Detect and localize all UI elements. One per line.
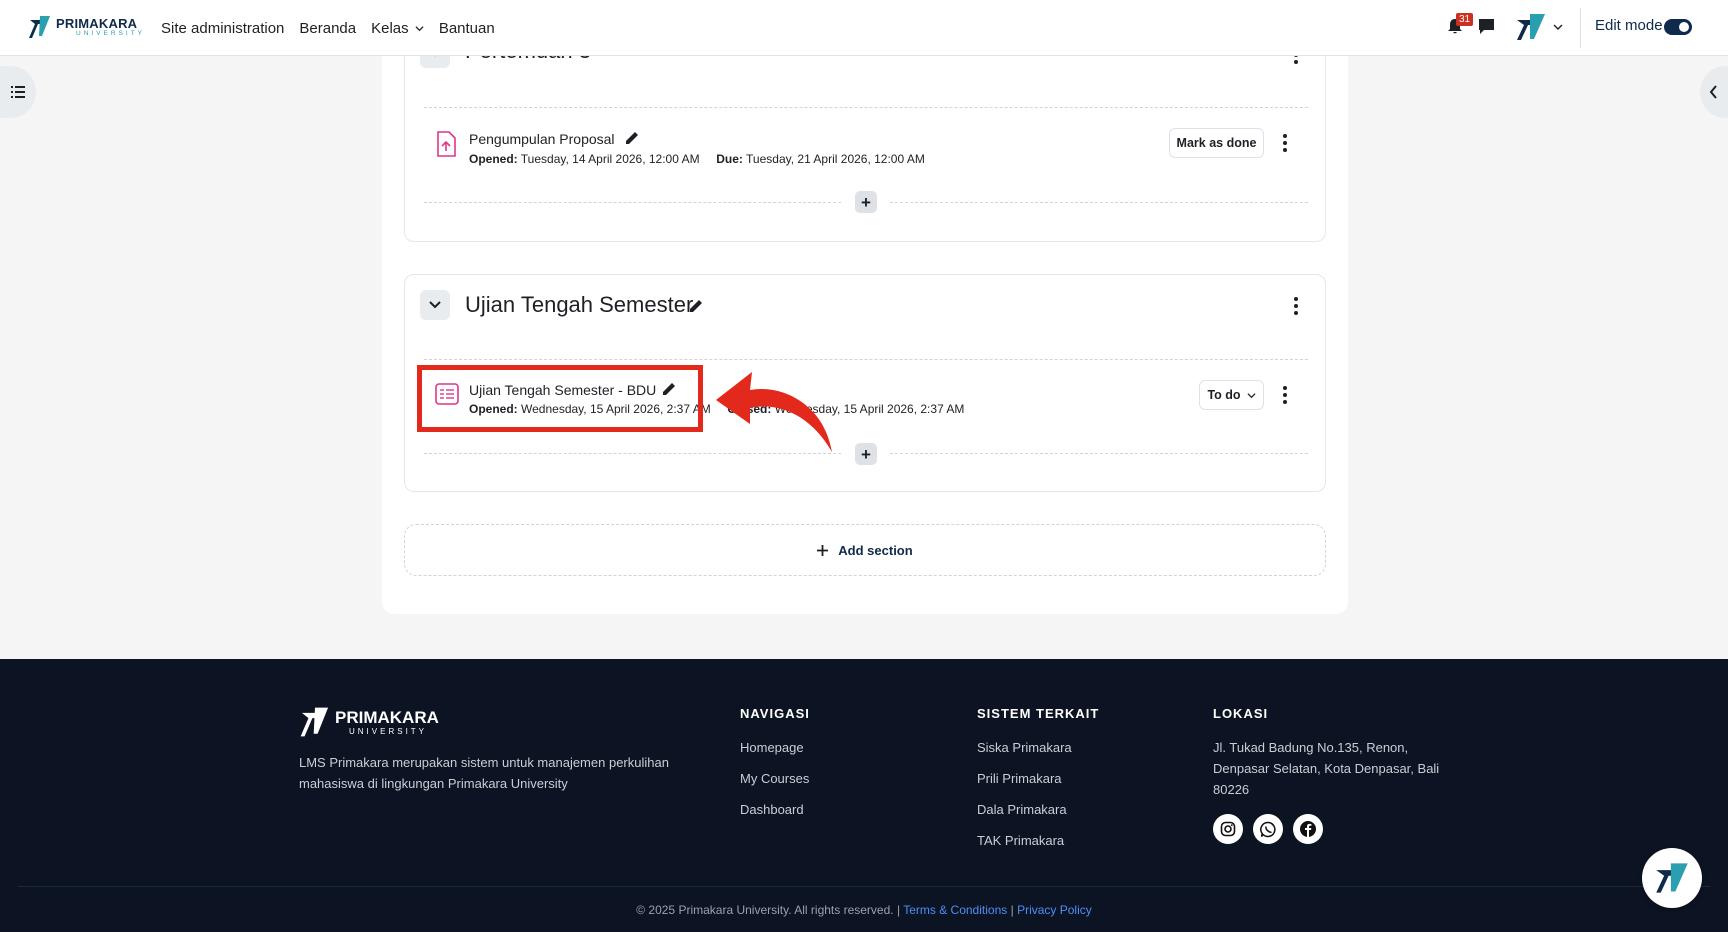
activity-menu-kebab-icon[interactable] [1282, 386, 1288, 404]
footer-link-dashboard[interactable]: Dashboard [740, 802, 804, 817]
whatsapp-icon[interactable] [1253, 814, 1283, 844]
footer-link-prili[interactable]: Prili Primakara [977, 771, 1062, 786]
nav-kelas[interactable]: Kelas [371, 20, 424, 37]
footer-heading-navigasi: NAVIGASI [740, 706, 810, 721]
section-title[interactable]: Ujian Tengah Semester [465, 292, 693, 318]
nav-bantuan[interactable]: Bantuan [439, 20, 495, 37]
nav-kelas-label: Kelas [371, 19, 409, 37]
footer-heading-sistem-terkait: SISTEM TERKAIT [977, 706, 1100, 721]
footer-link-siska[interactable]: Siska Primakara [977, 740, 1072, 755]
edit-mode-toggle[interactable] [1664, 19, 1692, 35]
page-footer [0, 659, 1728, 932]
add-activity-button[interactable]: + [855, 443, 877, 465]
instagram-glyph [1220, 821, 1236, 837]
notification-count-badge: 31 [1456, 13, 1474, 26]
mark-as-done-button[interactable]: Mark as done [1169, 128, 1264, 158]
chevron-left-icon [1709, 85, 1717, 99]
edit-mode-label: Edit mode [1595, 17, 1663, 34]
add-activity-divider-left [424, 202, 841, 203]
message-icon[interactable] [1478, 18, 1495, 35]
add-section-button[interactable]: Add section [404, 524, 1326, 576]
footer-link-homepage[interactable]: Homepage [740, 740, 804, 755]
brand-name: PRIMAKARA [56, 15, 138, 31]
user-avatar[interactable] [1515, 12, 1547, 42]
chevron-down-icon [1247, 392, 1256, 398]
footer-heading-lokasi: LOKASI [1213, 706, 1269, 721]
activity-title-link[interactable]: Pengumpulan Proposal [469, 131, 615, 147]
course-index-toggle[interactable] [0, 66, 36, 118]
instagram-icon[interactable] [1213, 814, 1243, 844]
footer-description: LMS Primakara merupakan sistem untuk man… [299, 755, 669, 791]
add-activity-divider-right [890, 453, 1308, 454]
footer-link-my-courses[interactable]: My Courses [740, 771, 809, 786]
footer-link-dala[interactable]: Dala Primakara [977, 802, 1067, 817]
todo-dropdown-button[interactable]: To do [1199, 380, 1264, 410]
nav-site-administration[interactable]: Site administration [161, 20, 284, 37]
add-activity-divider-right [890, 202, 1308, 203]
pencil-icon[interactable] [624, 130, 640, 146]
list-icon [11, 86, 25, 98]
section-divider [424, 359, 1308, 360]
annotation-highlight-box [417, 365, 703, 432]
footer-link-tak[interactable]: TAK Primakara [977, 833, 1064, 848]
brand-subtitle: UNIVERSITY [76, 29, 146, 37]
chevron-down-icon[interactable] [1553, 22, 1563, 32]
section-collapse-button[interactable] [420, 290, 450, 320]
facebook-icon[interactable] [1293, 814, 1323, 844]
opened-value: Tuesday, 14 April 2026, 12:00 AM [520, 152, 700, 166]
due-value: Tuesday, 21 April 2026, 12:00 AM [746, 152, 925, 166]
footer-brand-subtitle: UNIVERSITY [349, 726, 428, 736]
primary-nav: Site administration Beranda Kelas Bantua… [161, 0, 495, 56]
opened-label: Opened: [469, 152, 518, 166]
copyright-separator: | [1010, 903, 1014, 917]
navbar-divider [1580, 8, 1581, 48]
chevron-down-icon [429, 301, 441, 309]
due-label: Due: [716, 152, 743, 166]
pencil-icon[interactable] [688, 298, 704, 314]
activity-dates: Opened: Tuesday, 14 April 2026, 12:00 AM… [469, 152, 925, 166]
facebook-glyph [1300, 821, 1316, 837]
primakara-logo[interactable]: PRIMAKARA UNIVERSITY [28, 14, 145, 40]
footer-divider [18, 886, 1710, 887]
footer-copyright: © 2025 Primakara University. All rights … [0, 903, 1728, 917]
primakara-logo-icon [300, 707, 329, 737]
activity-menu-kebab-icon[interactable] [1282, 134, 1288, 152]
todo-label: To do [1207, 388, 1241, 402]
add-activity-button[interactable]: + [855, 191, 877, 213]
privacy-link[interactable]: Privacy Policy [1017, 903, 1092, 917]
primakara-logo-icon [1656, 863, 1688, 893]
plus-icon [817, 544, 829, 556]
assignment-upload-icon [437, 131, 456, 157]
footer-logo: PRIMAKARA UNIVERSITY [299, 705, 439, 739]
footer-brand-name: PRIMAKARA [335, 707, 439, 727]
block-drawer-toggle[interactable] [1700, 66, 1728, 118]
terms-link[interactable]: Terms & Conditions [903, 903, 1007, 917]
copyright-text: © 2025 Primakara University. All rights … [636, 903, 901, 917]
annotation-arrow-icon [716, 372, 832, 452]
nav-beranda[interactable]: Beranda [299, 20, 356, 37]
primakara-logo-icon [29, 16, 50, 38]
add-section-label: Add section [838, 542, 913, 558]
whatsapp-glyph [1259, 821, 1276, 837]
section-menu-kebab-icon[interactable] [1293, 297, 1299, 315]
chat-assistant-button[interactable] [1642, 848, 1702, 908]
footer-address: Jl. Tukad Badung No.135, Renon, Denpasar… [1213, 740, 1440, 797]
section-divider [424, 107, 1308, 108]
top-navbar: PRIMAKARA UNIVERSITY Site administration… [0, 0, 1728, 56]
chevron-down-icon [415, 25, 424, 31]
